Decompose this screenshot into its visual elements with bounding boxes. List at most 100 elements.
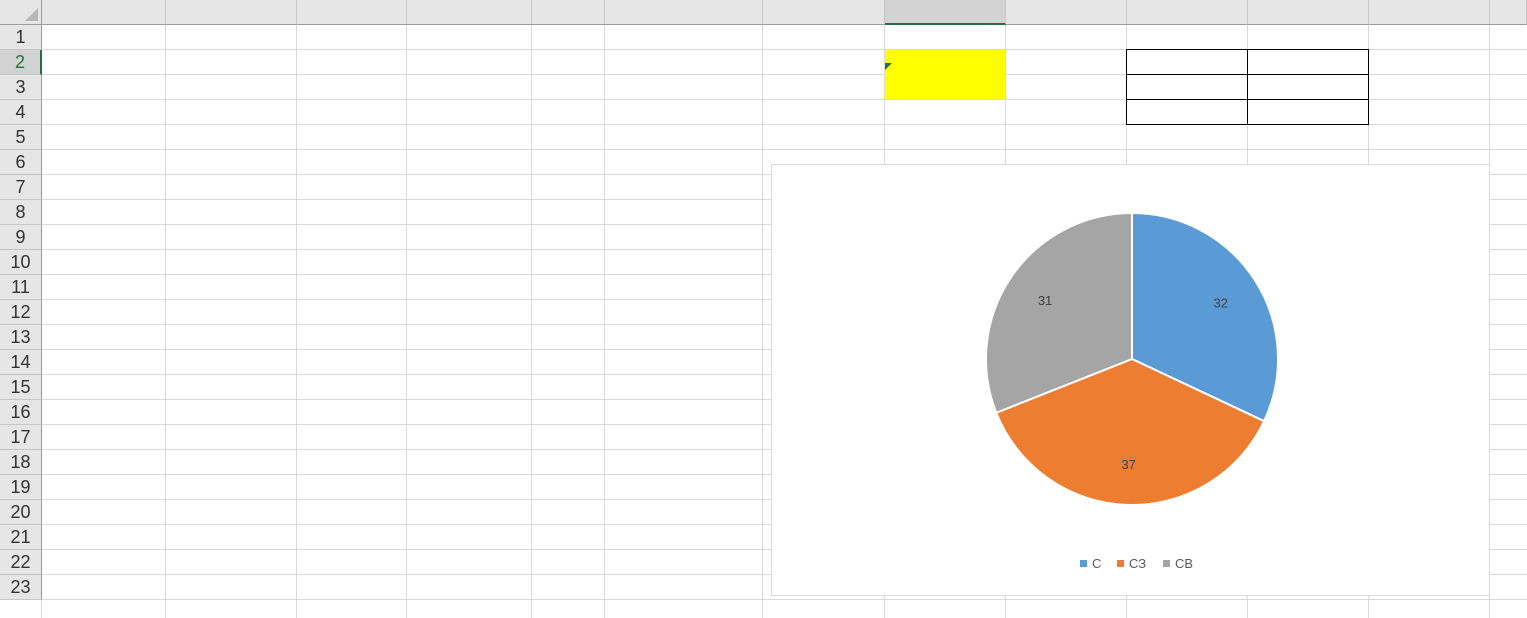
table-cell[interactable] — [42, 275, 166, 300]
table-cell[interactable] — [605, 425, 763, 450]
table-cell[interactable] — [532, 475, 605, 500]
table-cell[interactable] — [605, 550, 763, 575]
row-header-22[interactable]: 22 — [0, 550, 42, 575]
table-cell[interactable] — [605, 225, 763, 250]
table-cell[interactable] — [605, 275, 763, 300]
table-cell[interactable] — [166, 300, 297, 325]
table-cell[interactable] — [297, 325, 407, 350]
table-cell[interactable] — [532, 300, 605, 325]
row-header-1[interactable]: 1 — [0, 25, 42, 50]
table-cell[interactable] — [297, 250, 407, 275]
column-header-i[interactable] — [1006, 0, 1127, 25]
column-header-j[interactable] — [1127, 0, 1248, 25]
legend-entry[interactable]: СЗ — [1129, 556, 1146, 571]
table-cell[interactable] — [605, 525, 763, 550]
row-header-16[interactable]: 16 — [0, 400, 42, 425]
row-header-13[interactable]: 13 — [0, 325, 42, 350]
table-cell[interactable] — [407, 275, 532, 300]
table-cell[interactable] — [532, 200, 605, 225]
column-title[interactable] — [42, 25, 166, 50]
table-cell[interactable] — [532, 75, 605, 100]
table-cell[interactable] — [297, 275, 407, 300]
select-all-corner[interactable] — [0, 0, 42, 25]
table-cell[interactable] — [605, 75, 763, 100]
table-cell[interactable] — [605, 400, 763, 425]
summary-label[interactable] — [1127, 50, 1248, 75]
table-cell[interactable] — [532, 350, 605, 375]
table-cell[interactable] — [532, 375, 605, 400]
summary-value[interactable] — [1248, 100, 1369, 125]
table-cell[interactable] — [605, 50, 763, 75]
table-cell[interactable] — [42, 325, 166, 350]
table-cell[interactable] — [166, 150, 297, 175]
table-cell[interactable] — [407, 300, 532, 325]
table-cell[interactable] — [605, 250, 763, 275]
table-cell[interactable] — [532, 225, 605, 250]
table-cell[interactable] — [297, 150, 407, 175]
row-header-15[interactable]: 15 — [0, 375, 42, 400]
table-cell[interactable] — [532, 275, 605, 300]
table-cell[interactable] — [42, 500, 166, 525]
table-cell[interactable] — [605, 475, 763, 500]
row-header-2[interactable]: 2 — [0, 50, 42, 75]
table-cell[interactable] — [407, 225, 532, 250]
table-cell[interactable] — [605, 300, 763, 325]
table-cell[interactable] — [42, 125, 166, 150]
table-cell[interactable] — [166, 325, 297, 350]
row-header-17[interactable]: 17 — [0, 425, 42, 450]
table-cell[interactable] — [407, 475, 532, 500]
table-cell[interactable] — [297, 475, 407, 500]
table-cell[interactable] — [407, 350, 532, 375]
table-cell[interactable] — [297, 50, 407, 75]
table-cell[interactable] — [532, 425, 605, 450]
table-cell[interactable] — [532, 575, 605, 600]
table-cell[interactable] — [532, 175, 605, 200]
row-header-20[interactable]: 20 — [0, 500, 42, 525]
table-cell[interactable] — [407, 425, 532, 450]
table-cell[interactable] — [166, 375, 297, 400]
table-cell[interactable] — [407, 250, 532, 275]
table-cell[interactable] — [605, 150, 763, 175]
table-cell[interactable] — [532, 100, 605, 125]
table-cell[interactable] — [166, 425, 297, 450]
table-cell[interactable] — [407, 175, 532, 200]
table-cell[interactable] — [166, 550, 297, 575]
table-cell[interactable] — [166, 175, 297, 200]
summary-label[interactable] — [1127, 100, 1248, 125]
table-cell[interactable] — [42, 200, 166, 225]
table-cell[interactable] — [605, 100, 763, 125]
column-header-g[interactable] — [763, 0, 885, 25]
table-cell[interactable] — [407, 50, 532, 75]
table-cell[interactable] — [605, 375, 763, 400]
table-cell[interactable] — [297, 125, 407, 150]
column-header-k[interactable] — [1248, 0, 1369, 25]
column-header-h[interactable] — [885, 0, 1006, 25]
table-cell[interactable] — [166, 200, 297, 225]
row-header-21[interactable]: 21 — [0, 525, 42, 550]
table-cell[interactable] — [407, 375, 532, 400]
table-cell[interactable] — [297, 575, 407, 600]
table-cell[interactable] — [166, 525, 297, 550]
table-cell[interactable] — [166, 450, 297, 475]
table-cell[interactable] — [605, 575, 763, 600]
column-title[interactable] — [166, 25, 297, 50]
table-cell[interactable] — [42, 425, 166, 450]
row-header-23[interactable]: 23 — [0, 575, 42, 600]
table-cell[interactable] — [42, 450, 166, 475]
table-cell[interactable] — [166, 225, 297, 250]
table-cell[interactable] — [42, 300, 166, 325]
table-cell[interactable] — [42, 550, 166, 575]
table-cell[interactable] — [166, 575, 297, 600]
row-header-12[interactable]: 12 — [0, 300, 42, 325]
table-cell[interactable] — [407, 575, 532, 600]
h-value-cell[interactable] — [885, 50, 1006, 75]
legend-entry[interactable]: СВ — [1175, 556, 1193, 571]
column-title[interactable] — [605, 25, 763, 50]
table-cell[interactable] — [297, 425, 407, 450]
table-cell[interactable] — [42, 225, 166, 250]
table-cell[interactable] — [42, 350, 166, 375]
column-title[interactable] — [532, 25, 605, 50]
row-header-5[interactable]: 5 — [0, 125, 42, 150]
column-title[interactable] — [407, 25, 532, 50]
table-cell[interactable] — [532, 125, 605, 150]
